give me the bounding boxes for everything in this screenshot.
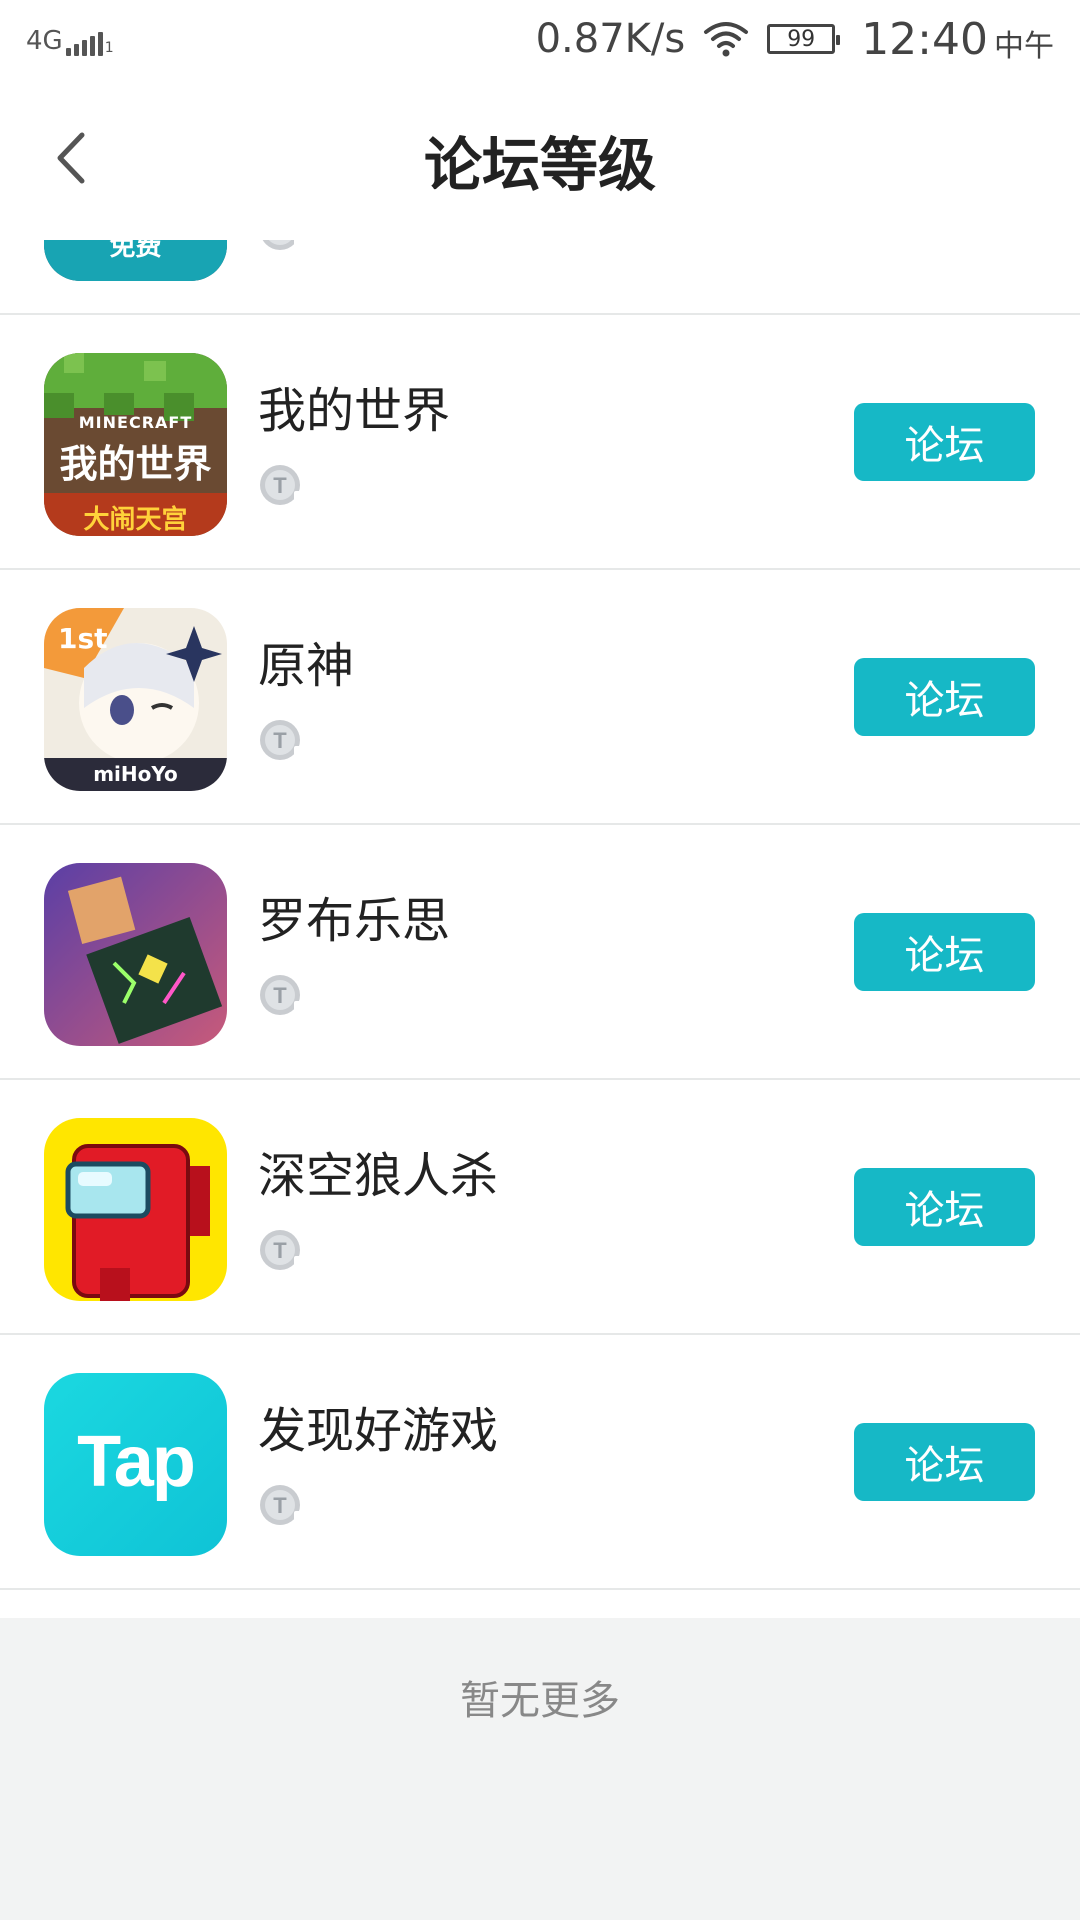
game-name: 我的世界 [258, 383, 451, 439]
level-badge-icon: T [260, 1485, 304, 1525]
clock: 12:40 [861, 13, 988, 65]
list-item: 免费 T 论坛 [0, 240, 1080, 315]
game-name: 深空狼人杀 [258, 1148, 499, 1204]
level-badge-icon: T [262, 240, 304, 250]
icon-caption: 大闹天宫 [83, 505, 188, 535]
level-badge-icon: T [260, 1230, 304, 1270]
impostor-icon[interactable] [44, 1118, 227, 1301]
svg-text:T: T [273, 728, 287, 753]
forum-button[interactable]: 论坛 [854, 1168, 1035, 1246]
status-bar: 4G 1 0.87K/s 99 12:40 中午 [0, 0, 1080, 80]
wifi-icon [704, 22, 749, 57]
level-badge-icon: T [260, 465, 304, 505]
list-item: 罗布乐思 T 论坛 [0, 825, 1080, 1080]
forum-button[interactable]: 论坛 [854, 403, 1035, 481]
network-speed: 0.87K/s [535, 16, 686, 62]
level-badge-icon: T [260, 975, 304, 1015]
svg-text:T: T [273, 983, 287, 1008]
game-name: 罗布乐思 [258, 893, 451, 949]
network-type: 4G [26, 26, 63, 56]
game-name: 发现好游戏 [258, 1403, 499, 1459]
clock-period: 中午 [994, 29, 1054, 64]
nav-bar: 论坛等级 [0, 80, 1080, 240]
svg-text:T: T [273, 1238, 287, 1263]
battery-level: 99 [787, 26, 816, 52]
page-title: 论坛等级 [423, 131, 656, 199]
icon-banner: MINECRAFT [78, 413, 193, 432]
forum-button[interactable]: 论坛 [854, 913, 1035, 991]
icon-caption: 免费 [109, 240, 162, 262]
no-more-text: 暂无更多 [460, 1678, 620, 1724]
svg-text:T: T [273, 240, 287, 243]
list-item: 深空狼人杀 T 论坛 [0, 1080, 1080, 1335]
game-list[interactable]: 免费 T 论坛 [0, 240, 1080, 1618]
list-item: 1st miHoYo 原神 T 论坛 [0, 570, 1080, 825]
icon-caption: miHoYo [93, 762, 178, 786]
game-name: 原神 [258, 638, 355, 694]
game-icon-free-tag[interactable]: 免费 [44, 240, 227, 281]
taptap-icon[interactable]: Tap [44, 1373, 227, 1556]
signal-bars-icon [65, 32, 103, 56]
genshin-icon[interactable]: 1st miHoYo [44, 608, 227, 791]
svg-text:T: T [273, 473, 287, 498]
roblox-icon[interactable] [44, 863, 227, 1046]
list-footer: 暂无更多 [0, 1618, 1080, 1920]
signal-indicator: 4G 1 [26, 26, 114, 56]
icon-title: 我的世界 [59, 442, 212, 486]
svg-text:T: T [273, 1493, 287, 1518]
network-sub: 1 [104, 40, 114, 56]
list-item: MINECRAFT 我的世界 大闹天宫 我的世界 T 论坛 [0, 315, 1080, 570]
minecraft-icon[interactable]: MINECRAFT 我的世界 大闹天宫 [44, 353, 227, 536]
battery-icon: 99 [767, 24, 841, 54]
icon-badge: 1st [58, 622, 108, 655]
forum-button[interactable]: 论坛 [854, 658, 1035, 736]
forum-button[interactable]: 论坛 [854, 1423, 1035, 1501]
level-badge-icon: T [260, 720, 304, 760]
list-item: Tap 发现好游戏 T 论坛 [0, 1335, 1080, 1590]
icon-logo-text: Tap [77, 1422, 196, 1502]
